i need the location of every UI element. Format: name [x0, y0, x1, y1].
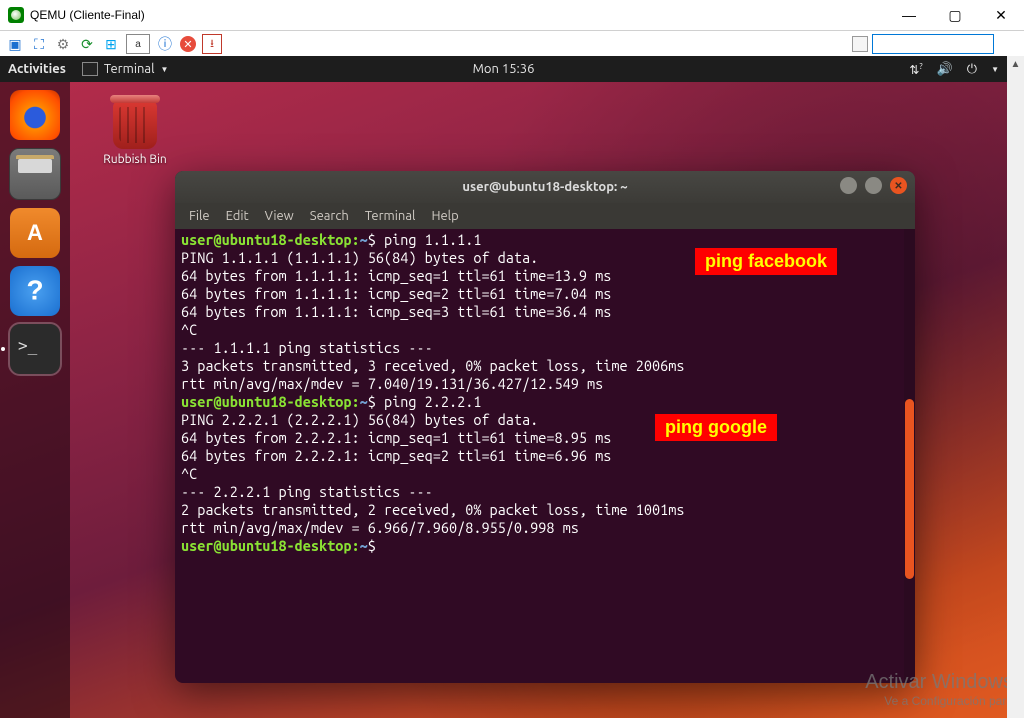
- terminal-prompt: user@ubuntu18-desktop:: [181, 537, 360, 554]
- terminal-body[interactable]: user@ubuntu18-desktop:~$ ping 1.1.1.1 PI…: [175, 229, 915, 683]
- trash-desktop-icon[interactable]: Rubbish Bin: [95, 101, 175, 166]
- app-menu-label: Terminal: [104, 62, 155, 76]
- toolbar-fullscreen-icon[interactable]: ⛶: [30, 35, 48, 53]
- terminal-line: rtt min/avg/max/mdev = 6.966/7.960/8.955…: [181, 519, 579, 536]
- terminal-line: 64 bytes from 2.2.2.1: icmp_seq=2 ttl=61…: [181, 447, 611, 464]
- windows-maximize-button[interactable]: ▢: [932, 0, 978, 30]
- menu-view[interactable]: View: [259, 207, 300, 225]
- terminal-line: 64 bytes from 1.1.1.1: icmp_seq=3 ttl=61…: [181, 303, 611, 320]
- terminal-line: 64 bytes from 2.2.2.1: icmp_seq=1 ttl=61…: [181, 429, 611, 446]
- gnome-dock: [0, 82, 70, 718]
- menu-help[interactable]: Help: [425, 207, 464, 225]
- app-menu-button[interactable]: Terminal ▼: [82, 62, 169, 76]
- terminal-prompt: user@ubuntu18-desktop:: [181, 231, 360, 248]
- terminal-scroll-thumb[interactable]: [905, 399, 914, 579]
- trash-label: Rubbish Bin: [95, 153, 175, 166]
- windows-close-button[interactable]: ✕: [978, 0, 1024, 30]
- toolbar-indicator: [852, 36, 868, 52]
- toolbar-windows-icon[interactable]: ⊞: [102, 35, 120, 53]
- dock-files-icon[interactable]: [9, 148, 61, 200]
- dock-software-icon[interactable]: [10, 208, 60, 258]
- menu-terminal[interactable]: Terminal: [359, 207, 422, 225]
- chevron-down-icon: ▼: [991, 65, 999, 74]
- watermark-line2: Ve a Configuración para: [865, 694, 1007, 708]
- toolbar-info-icon[interactable]: ⓘ: [156, 35, 174, 53]
- windows-minimize-button[interactable]: —: [886, 0, 932, 30]
- terminal-cmd: ping 2.2.2.1: [384, 393, 481, 410]
- dock-help-icon[interactable]: [10, 266, 60, 316]
- terminal-line: --- 1.1.1.1 ping statistics ---: [181, 339, 433, 356]
- terminal-minimize-button[interactable]: [840, 177, 857, 194]
- windows-title: QEMU (Cliente-Final): [30, 8, 145, 22]
- terminal-menubar: File Edit View Search Terminal Help: [175, 203, 915, 229]
- terminal-line: ^C: [181, 465, 197, 482]
- windows-controls: — ▢ ✕: [886, 0, 1024, 30]
- terminal-line: 3 packets transmitted, 3 received, 0% pa…: [181, 357, 684, 374]
- terminal-line: PING 1.1.1.1 (1.1.1.1) 56(84) bytes of d…: [181, 249, 538, 266]
- dock-terminal-icon[interactable]: [10, 324, 60, 374]
- terminal-mini-icon: [82, 62, 98, 76]
- volume-icon[interactable]: 🔊: [937, 62, 953, 77]
- dock-firefox-icon[interactable]: [10, 90, 60, 140]
- annotation-ping-facebook: ping facebook: [695, 248, 837, 275]
- menu-edit[interactable]: Edit: [220, 207, 255, 225]
- terminal-line: PING 2.2.2.1 (2.2.2.1) 56(84) bytes of d…: [181, 411, 538, 428]
- toolbar-monitor-icon[interactable]: ▣: [6, 35, 24, 53]
- power-icon[interactable]: ⏻: [967, 62, 977, 77]
- clock[interactable]: Mon 15:36: [473, 62, 535, 76]
- network-icon[interactable]: ⇅?: [909, 62, 922, 77]
- trash-icon: [113, 101, 157, 149]
- terminal-cmd: ping 1.1.1.1: [384, 231, 481, 248]
- terminal-maximize-button[interactable]: [865, 177, 882, 194]
- qemu-toolbar-textbox[interactable]: [872, 34, 994, 54]
- toolbar-download-icon[interactable]: ⭳: [202, 34, 222, 54]
- qemu-toolbar: ▣ ⛶ ⚙ ⟳ ⊞ a ⓘ ✕ ⭳: [0, 31, 1024, 58]
- annotation-ping-google: ping google: [655, 414, 777, 441]
- terminal-line: --- 2.2.2.1 ping statistics ---: [181, 483, 433, 500]
- terminal-line: 64 bytes from 1.1.1.1: icmp_seq=2 ttl=61…: [181, 285, 611, 302]
- menu-search[interactable]: Search: [304, 207, 355, 225]
- terminal-line: rtt min/avg/max/mdev = 7.040/19.131/36.4…: [181, 375, 603, 392]
- menu-file[interactable]: File: [183, 207, 216, 225]
- toolbar-stop-icon[interactable]: ✕: [180, 36, 196, 52]
- terminal-prompt: user@ubuntu18-desktop:: [181, 393, 360, 410]
- terminal-line: 64 bytes from 1.1.1.1: icmp_seq=1 ttl=61…: [181, 267, 611, 284]
- terminal-line: ^C: [181, 321, 197, 338]
- vm-viewport: Activities Terminal ▼ Mon 15:36 ⇅? 🔊 ⏻ ▼: [0, 56, 1007, 718]
- toolbar-gear-icon[interactable]: ⚙: [54, 35, 72, 53]
- host-vertical-scrollbar[interactable]: ▲: [1007, 56, 1024, 718]
- windows-titlebar: QEMU (Cliente-Final) — ▢ ✕: [0, 0, 1024, 31]
- terminal-line: 2 packets transmitted, 2 received, 0% pa…: [181, 501, 684, 518]
- ubuntu-desktop[interactable]: Activities Terminal ▼ Mon 15:36 ⇅? 🔊 ⏻ ▼: [0, 56, 1007, 718]
- status-area[interactable]: ⇅? 🔊 ⏻ ▼: [909, 62, 999, 77]
- toolbar-doc-icon[interactable]: a: [126, 34, 150, 54]
- terminal-close-button[interactable]: ✕: [890, 177, 907, 194]
- gnome-topbar: Activities Terminal ▼ Mon 15:36 ⇅? 🔊 ⏻ ▼: [0, 56, 1007, 82]
- qemu-icon: [8, 7, 24, 23]
- terminal-titlebar[interactable]: user@ubuntu18-desktop: ~ ✕: [175, 171, 915, 203]
- terminal-title: user@ubuntu18-desktop: ~: [462, 180, 627, 194]
- activities-button[interactable]: Activities: [8, 62, 66, 76]
- scroll-up-arrow-icon[interactable]: ▲: [1007, 56, 1024, 73]
- terminal-scrollbar[interactable]: [904, 229, 915, 683]
- toolbar-refresh-icon[interactable]: ⟳: [78, 35, 96, 53]
- chevron-down-icon: ▼: [161, 65, 169, 74]
